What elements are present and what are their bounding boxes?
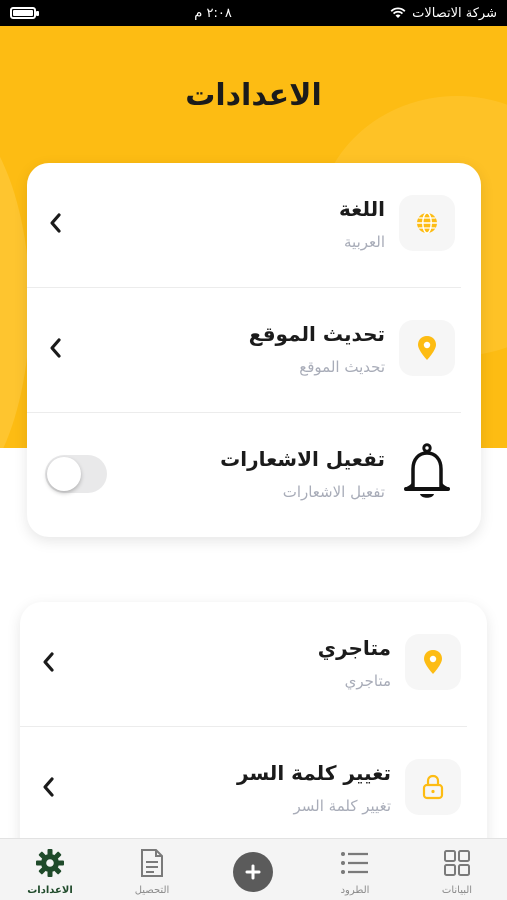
update-location-row[interactable]: تحديث الموقع تحديث الموقع bbox=[27, 288, 481, 413]
settings-card: اللغة العربية تحديث الموقع تحديث الموقع bbox=[27, 163, 481, 537]
document-icon bbox=[112, 847, 192, 879]
my-stores-title: متاجري bbox=[317, 636, 391, 660]
page-title: الاعدادات bbox=[185, 78, 322, 113]
update-location-subtitle: تحديث الموقع bbox=[299, 358, 385, 376]
globe-icon bbox=[399, 195, 455, 251]
my-stores-subtitle: متاجري bbox=[344, 672, 391, 690]
grid-icon bbox=[417, 847, 497, 879]
carrier-name: شركة الاتصالات bbox=[412, 5, 497, 21]
my-stores-row[interactable]: متاجري متاجري bbox=[20, 602, 487, 727]
plus-icon bbox=[245, 864, 261, 880]
chevron-left-icon[interactable] bbox=[38, 650, 58, 674]
update-location-title: تحديث الموقع bbox=[248, 322, 385, 346]
nav-label-parcels: الطرود bbox=[340, 885, 370, 896]
status-right: شركة الاتصالات bbox=[390, 6, 497, 21]
nav-label-data: البيانات bbox=[441, 885, 473, 896]
language-title: اللغة bbox=[339, 197, 385, 221]
notifications-subtitle: تفعيل الاشعارات bbox=[282, 483, 385, 501]
location-pin-icon bbox=[399, 320, 455, 376]
change-password-row[interactable]: تغيير كلمة السر تغيير كلمة السر bbox=[20, 727, 487, 852]
nav-item-parcels[interactable]: الطرود bbox=[315, 847, 395, 896]
nav-item-data[interactable]: البيانات bbox=[417, 847, 497, 896]
nav-label-settings: الاعدادات bbox=[27, 885, 73, 896]
nav-item-settings[interactable]: الاعدادات bbox=[10, 847, 90, 896]
change-password-subtitle: تغيير كلمة السر bbox=[293, 797, 392, 815]
wifi-icon bbox=[390, 7, 406, 18]
chevron-left-icon[interactable] bbox=[45, 336, 65, 360]
gear-icon bbox=[10, 847, 90, 879]
notifications-toggle[interactable] bbox=[45, 455, 107, 493]
battery-icon bbox=[10, 7, 39, 19]
chevron-left-icon[interactable] bbox=[38, 775, 58, 799]
list-icon bbox=[315, 847, 395, 879]
notifications-title: تفعيل الاشعارات bbox=[220, 447, 385, 471]
location-pin-icon bbox=[405, 634, 461, 690]
nav-item-collection[interactable]: التحصيل bbox=[112, 847, 192, 896]
add-button[interactable] bbox=[233, 852, 273, 892]
account-card: متاجري متاجري تغيير كلمة السر تغيير كلمة… bbox=[20, 602, 487, 862]
status-bar: ٢:٠٨ م شركة الاتصالات bbox=[0, 0, 507, 26]
chevron-left-icon[interactable] bbox=[45, 211, 65, 235]
status-time: ٢:٠٨ م bbox=[194, 5, 232, 21]
nav-label-collection: التحصيل bbox=[134, 885, 170, 896]
change-password-title: تغيير كلمة السر bbox=[237, 761, 391, 785]
language-value: العربية bbox=[344, 233, 385, 251]
bell-icon bbox=[399, 443, 455, 501]
language-row[interactable]: اللغة العربية bbox=[27, 163, 481, 288]
lock-icon bbox=[405, 759, 461, 815]
notifications-row: تفعيل الاشعارات تفعيل الاشعارات bbox=[27, 413, 481, 537]
